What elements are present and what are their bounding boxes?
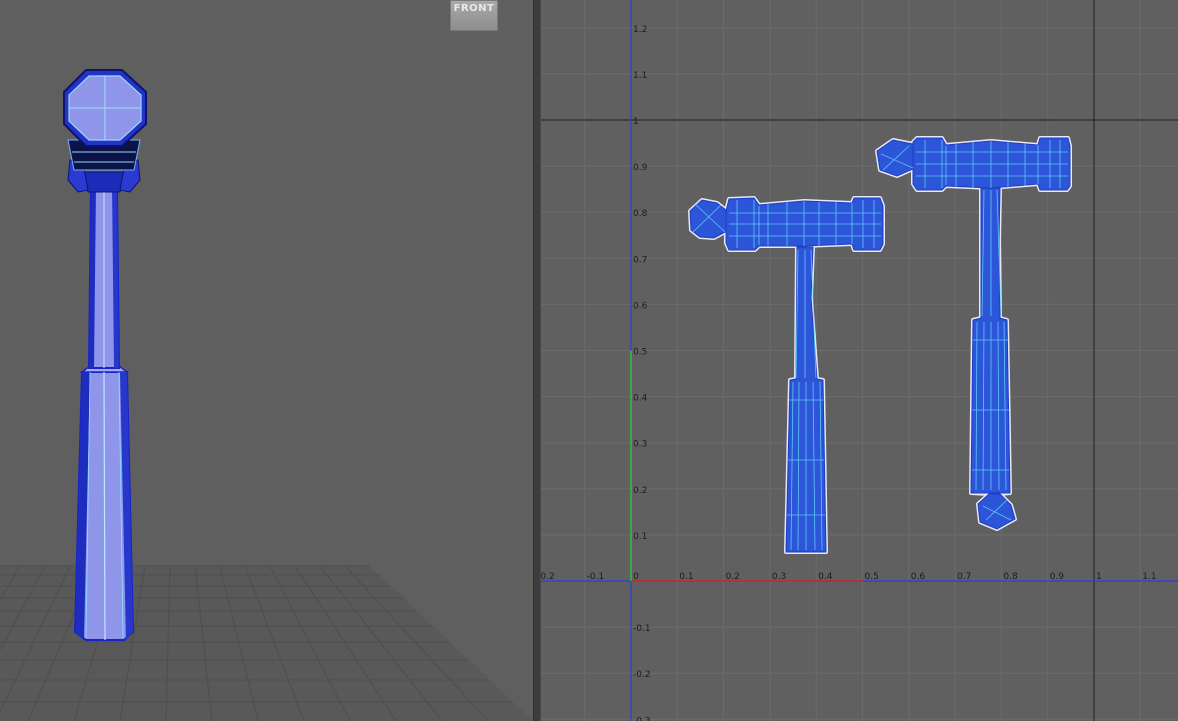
uv-canvas[interactable]: 1.2 1.1 1 0.9 0.8 0.7 0.6 0.5 0.4 0.3 0.2 0.1 -0.1 -0… (541, 0, 1178, 721)
v-tick-label: 0.9 (633, 163, 648, 173)
uv-shell-hammer-2[interactable] (875, 136, 1072, 531)
viewcube-front[interactable]: FRONT (450, 0, 498, 31)
v-tick-labels: 1.2 1.1 1 0.9 0.8 0.7 0.6 0.5 0.4 0.3 0.2 0.1 -0.1 -0… (633, 25, 651, 721)
u-tick-label: 0 (633, 572, 639, 582)
u-tick-label: 1 (1096, 572, 1102, 582)
v-tick-label: 0.1 (633, 532, 647, 542)
u-tick-label: 0.1 (679, 572, 693, 582)
v-tick-label: -0.3 (633, 716, 651, 721)
uv-shell-hammer-1[interactable] (688, 196, 885, 554)
u-tick-label: 0.8 (1003, 572, 1018, 582)
v-tick-label: 1.1 (633, 71, 647, 81)
v-tick-label: 1.2 (633, 25, 647, 35)
v-tick-label: 0.2 (633, 486, 647, 496)
v-tick-label: -0.2 (633, 670, 651, 680)
u-tick-label: 0.6 (911, 572, 926, 582)
v-tick-label: 0.7 (633, 255, 647, 265)
v-tick-label: -0.1 (633, 624, 651, 634)
u-tick-label: 0.2 (541, 572, 555, 582)
v-tick-label: 1 (633, 117, 639, 127)
uv-editor-viewport[interactable]: 1.2 1.1 1 0.9 0.8 0.7 0.6 0.5 0.4 0.3 0.2 0.1 -0.1 -0… (541, 0, 1178, 721)
uv-axes (541, 0, 1178, 721)
v-tick-label: 0.6 (633, 301, 648, 311)
perspective-viewport[interactable]: FRONT (0, 0, 533, 721)
v-tick-label: 0.8 (633, 209, 648, 219)
u-tick-label: 0.2 (726, 572, 740, 582)
u-tick-label: 0.4 (818, 572, 833, 582)
u-tick-label: 1.1 (1142, 572, 1156, 582)
uv-grid (541, 0, 1178, 721)
v-tick-label: 0.5 (633, 348, 647, 358)
u-tick-label: 0.5 (865, 572, 879, 582)
v-tick-label: 0.3 (633, 440, 647, 450)
u-tick-label: 0.3 (772, 572, 786, 582)
u-tick-label: 0.9 (1050, 572, 1065, 582)
v-tick-label: 0.4 (633, 394, 648, 404)
u-tick-label: 0.7 (957, 572, 971, 582)
hammer-mesh[interactable] (63, 69, 147, 641)
u-tick-label: -0.1 (587, 572, 605, 582)
viewport-canvas[interactable] (0, 0, 533, 721)
panel-splitter[interactable] (533, 0, 541, 721)
